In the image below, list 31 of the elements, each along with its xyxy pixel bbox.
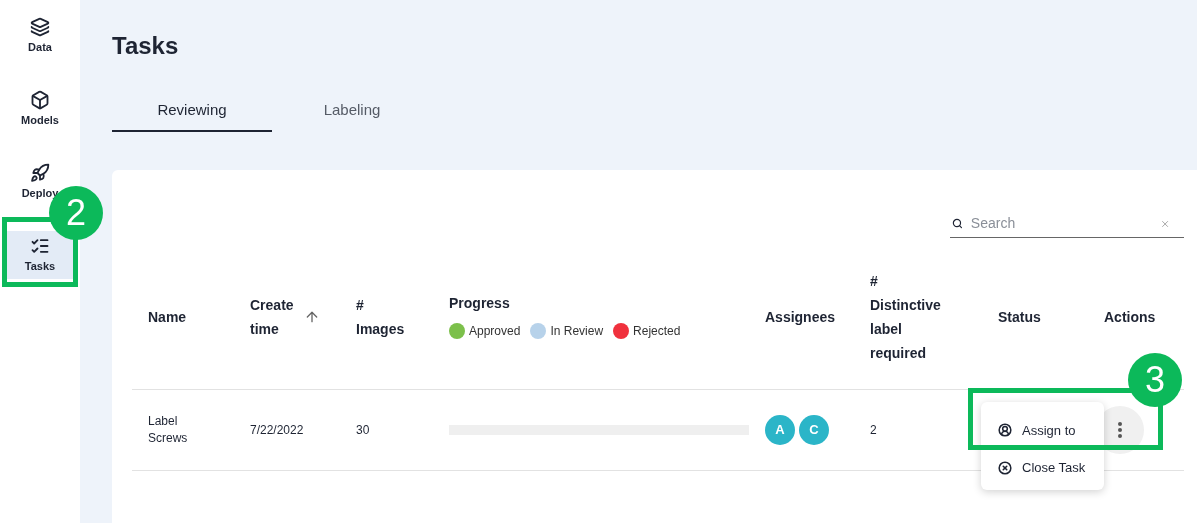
column-header: Status [998,307,1041,327]
cube-icon [30,89,50,110]
column-header: Actions [1104,307,1156,327]
user-icon [998,423,1012,438]
layers-icon [30,16,50,37]
table-cell: 7/22/2022 [250,423,304,437]
assignee-avatar: A [765,415,795,445]
more-icon [1118,422,1122,438]
column-header: Assignees [765,307,836,327]
legend-label: Approved [469,323,521,340]
column-header: # Distinctive label required [870,271,941,363]
table-cell: 30 [356,423,370,437]
column-header: # Images [356,295,405,339]
legend-label: Rejected [633,323,681,340]
assignee-avatar: C [799,415,829,445]
menu-item[interactable]: Close Task [998,458,1104,478]
sidebar-item[interactable]: Data [3,12,77,60]
sidebar-item[interactable]: Models [3,85,77,133]
rocket-icon [30,162,50,183]
legend-label: In Review [550,323,604,340]
table-cell: 2 [870,423,877,437]
page-title: Tasks [112,31,180,61]
search-field[interactable]: Search [970,213,1152,234]
close-icon [998,460,1012,475]
column-header: Create time [250,295,294,339]
tab[interactable]: Reviewing [112,90,272,132]
column-header: Progress [449,294,510,313]
table-cell-text: Label Screws [148,413,189,447]
column-header: Name [148,307,187,327]
tab[interactable]: Labeling [272,90,432,132]
menu-item[interactable]: Assign to [998,420,1104,440]
